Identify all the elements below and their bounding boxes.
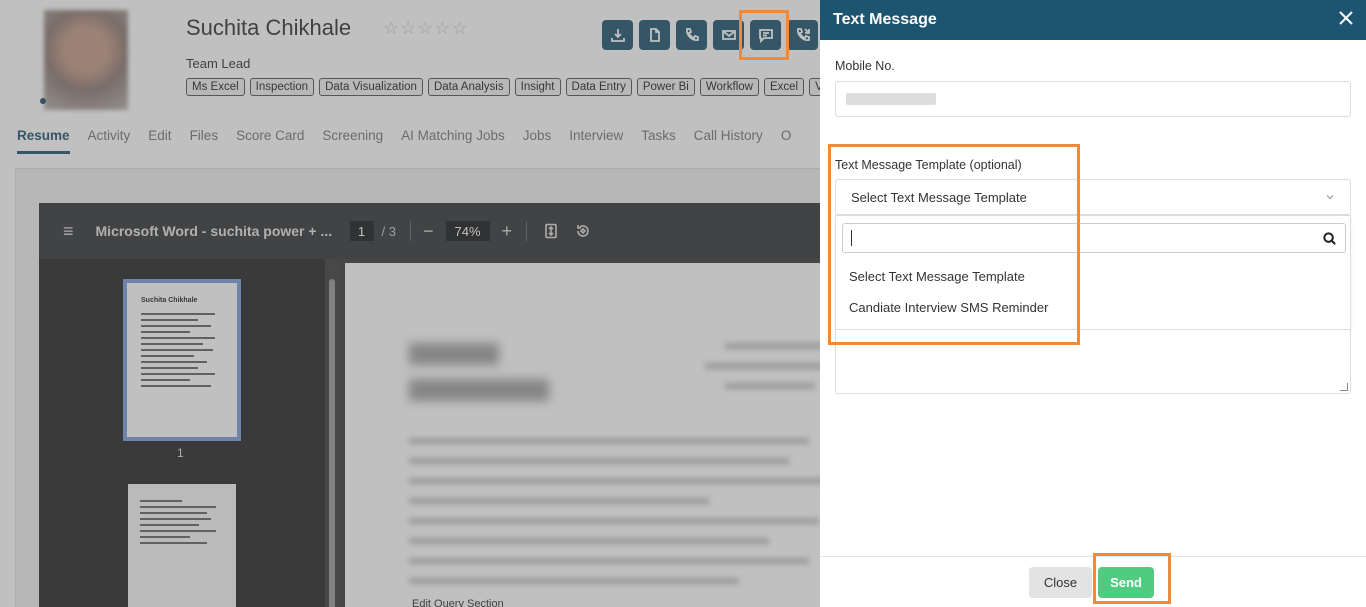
- mobile-number-input[interactable]: [835, 81, 1351, 117]
- highlight-template-section: [828, 144, 1080, 345]
- panel-header: Text Message: [820, 0, 1366, 40]
- chevron-down-icon: [1325, 190, 1335, 205]
- highlight-send-button: [1093, 553, 1171, 604]
- resize-handle[interactable]: [1340, 383, 1348, 391]
- modal-backdrop[interactable]: [0, 0, 820, 607]
- panel-title: Text Message: [833, 11, 937, 28]
- highlight-message-button: [739, 10, 789, 60]
- close-button[interactable]: Close: [1029, 567, 1092, 598]
- mobile-label: Mobile No.: [835, 59, 895, 73]
- mobile-number-value-redacted: [846, 93, 936, 105]
- search-icon: [1323, 231, 1336, 245]
- close-icon: [1339, 10, 1353, 25]
- close-panel-button[interactable]: [1338, 10, 1354, 31]
